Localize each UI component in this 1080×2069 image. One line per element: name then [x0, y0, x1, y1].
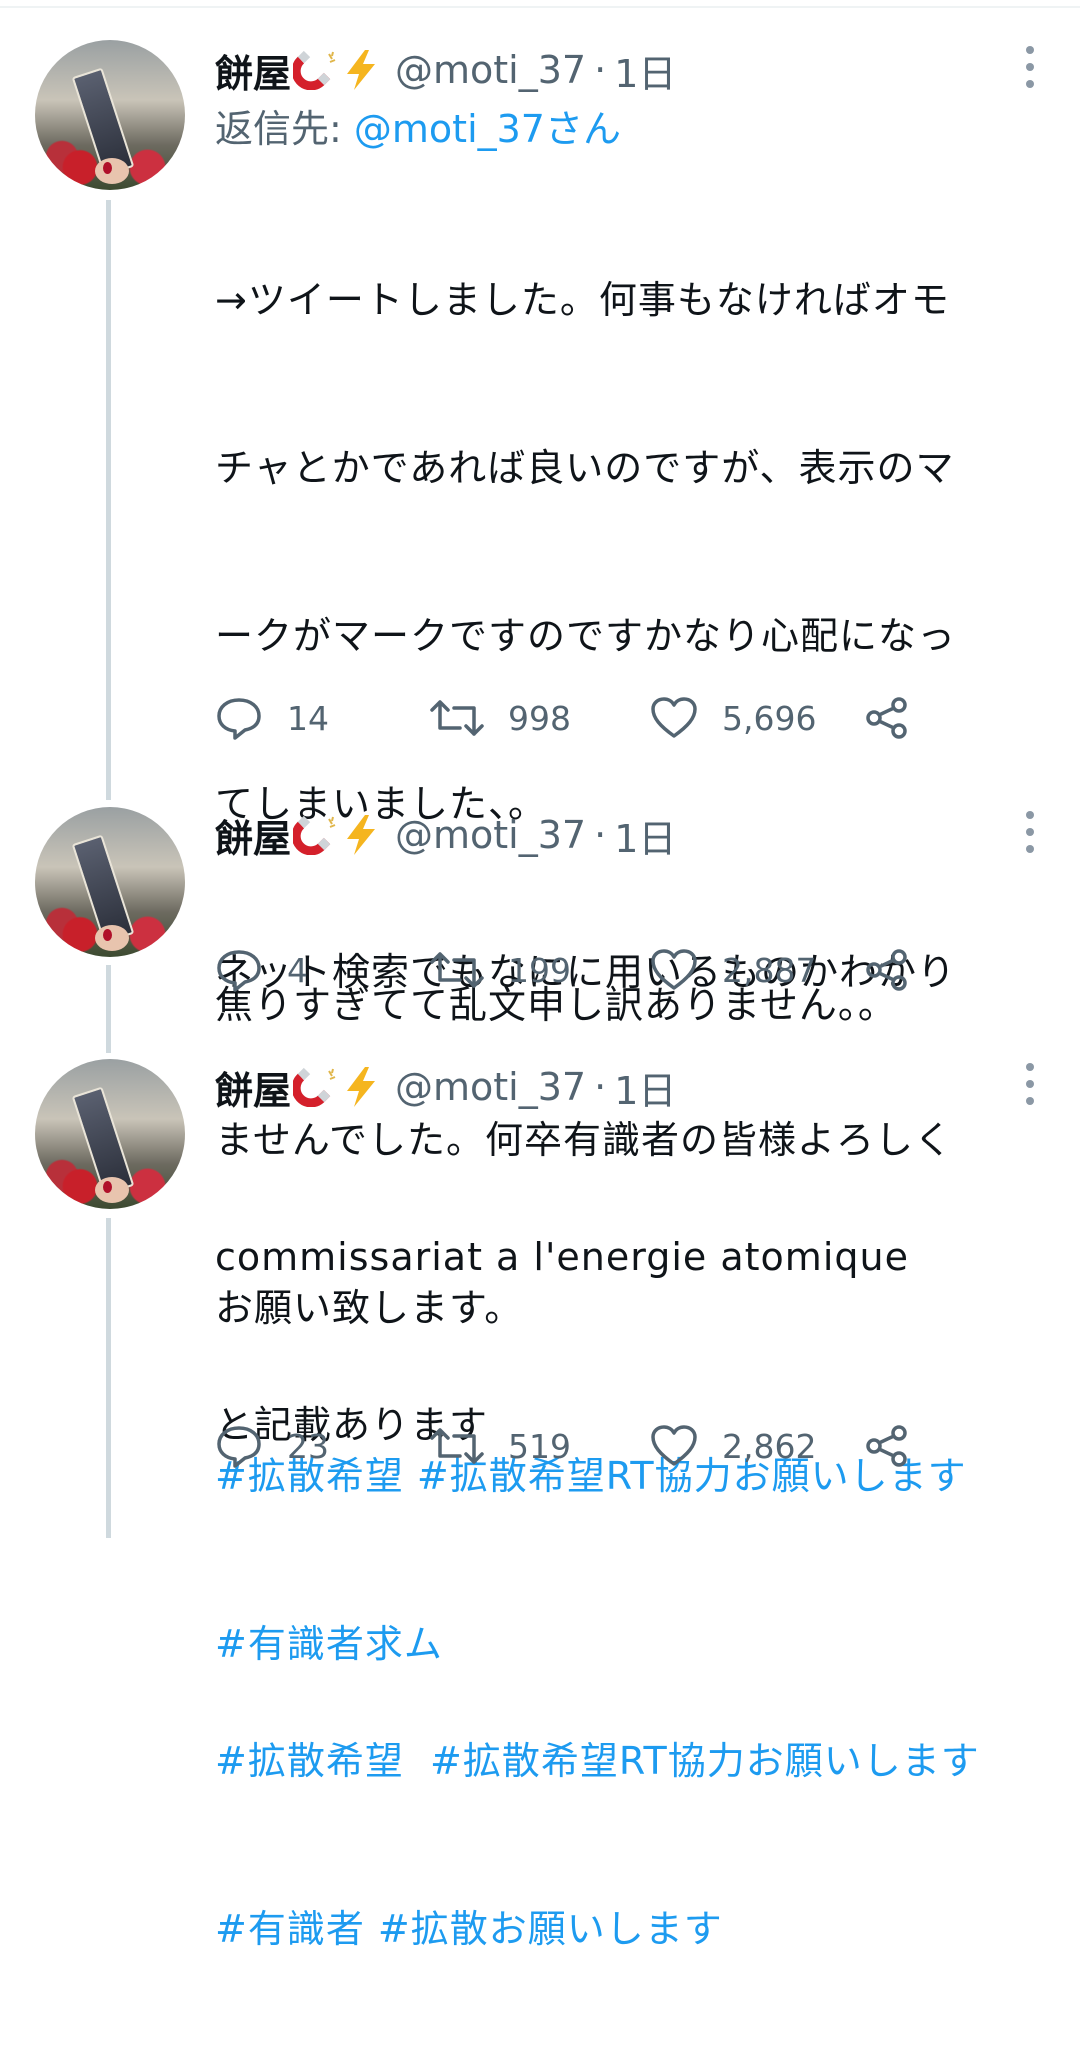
separator: · — [594, 1065, 607, 1109]
retweet-icon — [430, 952, 484, 988]
author-name[interactable]: 餅屋 — [215, 808, 291, 863]
reply-button[interactable]: 23 — [215, 1418, 329, 1474]
text-line — [215, 1565, 1020, 1621]
name-badges — [293, 48, 381, 92]
text-line: ークがマークですのですかなり心配になっ — [215, 614, 957, 658]
author-name[interactable]: 餅屋 — [215, 43, 291, 98]
reply-count: 14 — [287, 698, 329, 738]
heart-icon — [651, 949, 697, 990]
timestamp[interactable]: 1日 — [614, 808, 676, 863]
author-handle[interactable]: @moti_37 — [395, 813, 586, 857]
reply-mention-link[interactable]: @moti_37さん — [354, 107, 621, 151]
reply-button[interactable]: 4 — [215, 942, 308, 998]
reply-icon — [217, 950, 261, 992]
text-line: チャとかであれば良いのですが、表示のマ — [215, 446, 955, 490]
thread-line — [106, 200, 111, 800]
retweet-button[interactable]: 199 — [430, 942, 571, 998]
timestamp[interactable]: 1日 — [614, 43, 676, 98]
retweet-icon — [430, 1428, 484, 1464]
hashtag-line[interactable]: #拡散希望 #拡散希望RT協力お願いします — [215, 1733, 1020, 1789]
top-divider — [0, 0, 1080, 8]
reply-icon — [217, 698, 261, 740]
reply-to-line: 返信先: @moti_37さん — [215, 100, 1020, 158]
share-icon — [866, 1425, 907, 1467]
like-button[interactable]: 5,696 — [650, 690, 816, 746]
avatar[interactable] — [35, 1059, 185, 1209]
separator: · — [594, 813, 607, 857]
tweet-text: commissariat a l'energie atomique と記載ありま… — [215, 1117, 1020, 2069]
more-options-icon[interactable] — [1024, 1063, 1036, 1114]
timestamp[interactable]: 1日 — [614, 1060, 676, 1115]
retweet-icon — [430, 700, 484, 736]
more-options-icon[interactable] — [1024, 46, 1036, 97]
thread-line — [106, 965, 111, 1053]
name-badges — [293, 813, 381, 857]
avatar[interactable] — [35, 807, 185, 957]
text-line: commissariat a l'energie atomique — [215, 1235, 909, 1279]
separator: · — [594, 48, 607, 92]
like-button[interactable]: 2,862 — [650, 1418, 816, 1474]
like-count: 2,887 — [722, 950, 817, 990]
author-handle[interactable]: @moti_37 — [395, 1065, 586, 1109]
share-icon — [866, 949, 907, 991]
share-button[interactable] — [865, 1418, 935, 1474]
hashtag-line[interactable]: #有識者 #拡散お願いします — [215, 1901, 1020, 1957]
share-button[interactable] — [865, 942, 935, 998]
retweet-count: 998 — [508, 698, 571, 738]
lightning-icon — [347, 815, 376, 855]
reply-to-label: 返信先: — [215, 107, 342, 151]
tweet-header: 餅屋 @moti_37 · 1日 — [215, 1057, 1020, 1117]
magnet-icon — [293, 50, 336, 90]
like-button[interactable]: 2,887 — [650, 942, 816, 998]
heart-icon — [651, 697, 697, 738]
avatar[interactable] — [35, 40, 185, 190]
text-line: →ツイートしました。何事もなければオモ — [215, 278, 950, 322]
lightning-icon — [347, 50, 376, 90]
tweet-header: 餅屋 @moti_37 · 1日 — [215, 40, 1020, 100]
reply-icon — [217, 1426, 261, 1468]
retweet-count: 199 — [508, 950, 571, 990]
like-count: 5,696 — [722, 698, 817, 738]
share-icon — [866, 697, 907, 739]
share-button[interactable] — [865, 690, 935, 746]
name-badges — [293, 1065, 381, 1109]
thread-line — [106, 1218, 111, 1538]
retweet-count: 519 — [508, 1426, 571, 1466]
more-options-icon[interactable] — [1024, 811, 1036, 862]
magnet-icon — [293, 815, 336, 855]
lightning-icon — [347, 1067, 376, 1107]
heart-icon — [651, 1425, 697, 1466]
tweet-header: 餅屋 @moti_37 · 1日 — [215, 805, 1020, 865]
magnet-icon — [293, 1067, 336, 1107]
reply-button[interactable]: 14 — [215, 690, 329, 746]
author-handle[interactable]: @moti_37 — [395, 48, 586, 92]
reply-count: 23 — [287, 1426, 329, 1466]
reply-count: 4 — [287, 950, 308, 990]
author-name[interactable]: 餅屋 — [215, 1060, 291, 1115]
retweet-button[interactable]: 519 — [430, 1418, 571, 1474]
retweet-button[interactable]: 998 — [430, 690, 571, 746]
like-count: 2,862 — [722, 1426, 817, 1466]
